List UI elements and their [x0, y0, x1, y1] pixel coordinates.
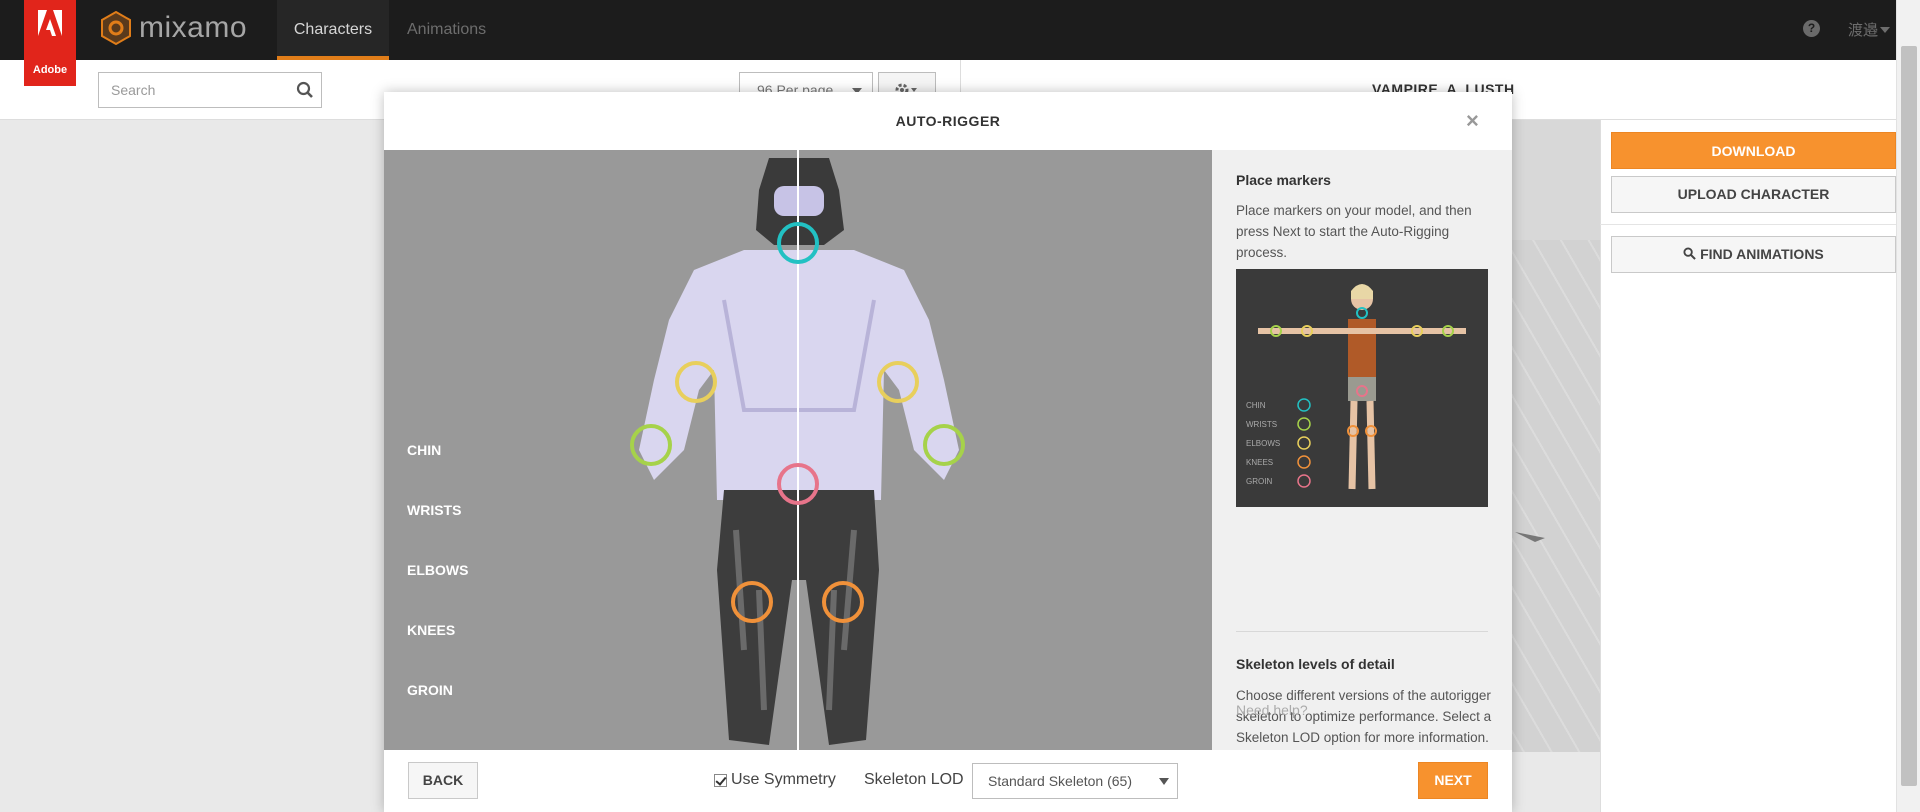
find-animations-button[interactable]: FIND ANIMATIONS [1611, 236, 1896, 273]
checkbox-checked-icon[interactable] [714, 773, 727, 787]
chevron-down-icon [1159, 778, 1169, 785]
find-animations-label: FIND ANIMATIONS [1700, 246, 1824, 262]
marker-label-knees: KNEES [407, 622, 456, 638]
scrollbar-thumb[interactable] [1901, 46, 1917, 786]
adobe-logo[interactable]: Adobe [24, 0, 76, 86]
instructions-panel: Place markers Place markers on your mode… [1212, 150, 1512, 750]
search-input[interactable]: Search [98, 72, 322, 108]
chevron-down-icon [1880, 26, 1891, 33]
adobe-a-icon [38, 10, 62, 36]
user-name: 渡邉 [1848, 22, 1879, 39]
next-button[interactable]: NEXT [1418, 762, 1488, 799]
brand-name: mixamo [139, 11, 248, 44]
user-menu[interactable]: 渡邉 [1848, 19, 1891, 40]
search-icon[interactable] [296, 81, 314, 99]
panel-divider [1600, 224, 1896, 225]
tab-characters[interactable]: Characters [277, 0, 389, 60]
character-model [630, 150, 965, 750]
marker-label-elbows: ELBOWS [407, 562, 469, 578]
adobe-label: Adobe [32, 64, 68, 76]
dialog-title: AUTO-RIGGER [895, 113, 1001, 129]
place-markers-title: Place markers [1236, 172, 1331, 188]
search-icon [1683, 247, 1697, 260]
section-divider [1236, 631, 1488, 632]
guide-label-elbows: ELBOWS [1246, 439, 1280, 448]
marker-label-list: CHIN WRISTS ELBOWS KNEES GROIN [407, 441, 468, 741]
page-scrollbar[interactable] [1896, 0, 1920, 812]
viewport-floor-grid [1505, 240, 1600, 752]
search-placeholder: Search [111, 82, 156, 98]
guide-label-chin: CHIN [1246, 401, 1266, 410]
guide-label-knees: KNEES [1246, 458, 1273, 467]
character-shadow [1515, 532, 1545, 542]
skeleton-lod-value: Standard Skeleton (65) [988, 773, 1132, 789]
marker-guide-image: CHIN WRISTS ELBOWS KNEES GROIN [1236, 269, 1488, 507]
marker-label-chin: CHIN [407, 442, 442, 458]
mixamo-logo-icon [101, 11, 131, 45]
dialog-footer: BACK Use Symmetry Skeleton LOD Standard … [384, 750, 1512, 812]
download-button[interactable]: DOWNLOAD [1611, 132, 1896, 169]
use-symmetry-label: Use Symmetry [731, 771, 836, 788]
use-symmetry-checkbox[interactable]: Use Symmetry [714, 771, 836, 789]
character-viewport[interactable] [1505, 120, 1600, 752]
back-button[interactable]: BACK [408, 762, 478, 799]
marker-label-wrists: WRISTS [407, 502, 462, 518]
skeleton-lod-title: Skeleton levels of detail [1236, 656, 1395, 672]
guide-figure: CHIN WRISTS ELBOWS KNEES GROIN [1246, 284, 1466, 490]
guide-label-groin: GROIN [1246, 477, 1272, 486]
place-markers-text: Place markers on your model, and then pr… [1236, 203, 1472, 260]
need-help-link[interactable]: Need help? [1236, 702, 1308, 718]
skeleton-lod-label: Skeleton LOD [864, 771, 964, 788]
top-navigation-bar: mixamo Characters Animations ? 渡邉 [0, 0, 1920, 60]
model-stage[interactable]: CHIN WRISTS ELBOWS KNEES GROIN [384, 150, 1212, 750]
marker-label-groin: GROIN [407, 682, 453, 698]
guide-label-wrists: WRISTS [1246, 420, 1277, 429]
close-icon[interactable]: × [1466, 110, 1479, 132]
help-icon[interactable]: ? [1803, 20, 1820, 37]
upload-character-button[interactable]: UPLOAD CHARACTER [1611, 176, 1896, 213]
skeleton-lod-select[interactable]: Standard Skeleton (65) [972, 763, 1178, 799]
tab-animations[interactable]: Animations [407, 0, 486, 60]
auto-rigger-dialog: AUTO-RIGGER × CHIN WRISTS ELBOWS KNEES G… [384, 92, 1512, 812]
mixamo-logo[interactable]: mixamo [99, 11, 247, 45]
